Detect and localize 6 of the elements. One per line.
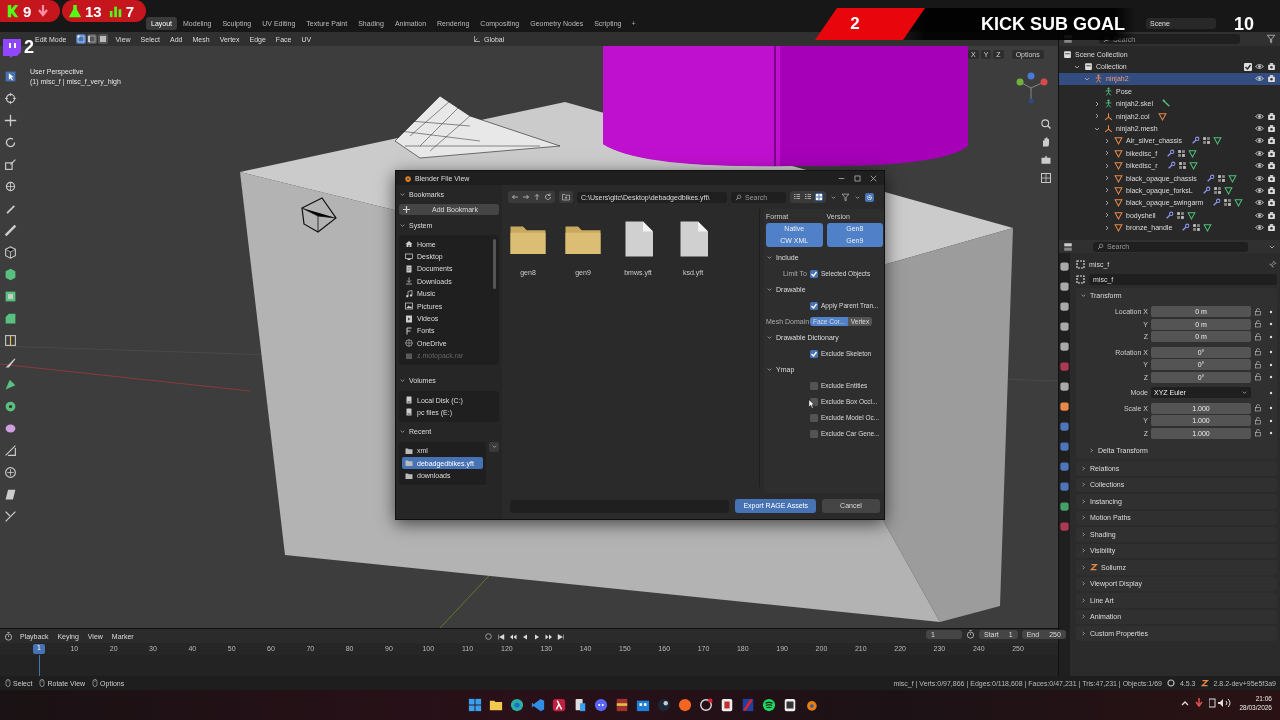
stat-count: 13 <box>85 2 102 20</box>
stat-count: 7 <box>125 2 135 20</box>
goal-target: 10 <box>1233 13 1254 35</box>
stat-count: 9 <box>23 2 32 20</box>
viewer-count: 2 <box>24 37 34 58</box>
goal-title: KICK SUB GOAL <box>981 13 1125 35</box>
